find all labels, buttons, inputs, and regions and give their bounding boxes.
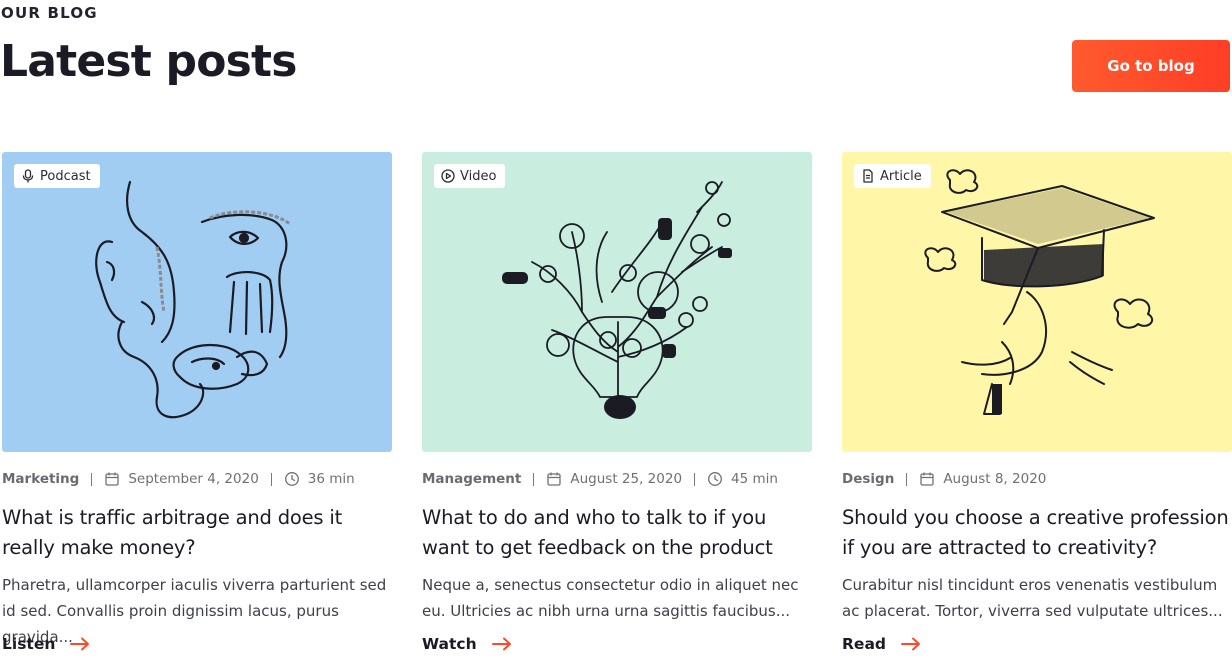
post-date: September 4, 2020 bbox=[128, 471, 259, 487]
microphone-icon bbox=[21, 169, 35, 183]
meta-divider bbox=[906, 472, 908, 486]
post-image[interactable]: Video bbox=[422, 152, 812, 452]
arrow-right-icon bbox=[900, 637, 922, 651]
meta-divider bbox=[270, 472, 272, 486]
latest-posts-section: OUR BLOG Latest posts Go to blog Podcast… bbox=[0, 0, 1232, 659]
section-eyebrow: OUR BLOG bbox=[1, 4, 98, 22]
post-date: August 8, 2020 bbox=[943, 471, 1047, 487]
post-type-label: Article bbox=[880, 168, 922, 184]
calendar-icon bbox=[104, 471, 120, 487]
action-label: Read bbox=[842, 635, 887, 653]
post-meta: Design August 8, 2020 bbox=[842, 470, 1232, 488]
page-title: Latest posts bbox=[0, 36, 297, 87]
calendar-icon bbox=[919, 471, 935, 487]
post-type-label: Video bbox=[460, 168, 497, 184]
post-image[interactable]: Article bbox=[842, 152, 1232, 452]
meta-divider bbox=[694, 472, 696, 486]
post-category[interactable]: Management bbox=[422, 471, 521, 487]
watch-link[interactable]: Watch bbox=[422, 635, 513, 653]
meta-divider bbox=[533, 472, 535, 486]
post-title[interactable]: What to do and who to talk to if you wan… bbox=[422, 503, 812, 563]
meta-divider bbox=[91, 472, 93, 486]
post-card-article: Article Design August 8, 2020 Should you… bbox=[842, 152, 1232, 653]
post-date: August 25, 2020 bbox=[570, 471, 683, 487]
post-type-badge: Video bbox=[434, 164, 506, 188]
post-excerpt: Neque a, senectus consectetur odio in al… bbox=[422, 576, 799, 620]
read-link[interactable]: Read bbox=[842, 635, 922, 653]
post-type-label: Podcast bbox=[40, 168, 91, 184]
post-excerpt: Curabitur nisl tincidunt eros venenatis … bbox=[842, 576, 1223, 620]
arrow-right-icon bbox=[491, 637, 513, 651]
post-duration: 45 min bbox=[731, 471, 778, 487]
post-title[interactable]: Should you choose a creative profession … bbox=[842, 503, 1232, 563]
arrow-right-icon bbox=[69, 637, 91, 651]
post-duration: 36 min bbox=[307, 471, 355, 487]
post-meta: Management August 25, 2020 45 min bbox=[422, 470, 812, 488]
post-title[interactable]: What is traffic arbitrage and does it re… bbox=[2, 503, 392, 563]
document-icon bbox=[861, 169, 875, 183]
lightbulb-tree-illustration bbox=[502, 181, 732, 419]
post-image[interactable]: Podcast bbox=[2, 152, 392, 452]
post-category[interactable]: Design bbox=[842, 471, 894, 487]
graduation-cap-illustration bbox=[924, 169, 1155, 415]
listen-link[interactable]: Listen bbox=[2, 635, 91, 653]
clock-icon bbox=[707, 471, 723, 487]
post-category[interactable]: Marketing bbox=[2, 471, 79, 487]
action-label: Listen bbox=[2, 635, 56, 653]
post-card-video: Video Management August 25, 2020 45 min bbox=[422, 152, 812, 653]
post-card-podcast: Podcast Marketing September 4, 2020 36 m… bbox=[2, 152, 392, 653]
go-to-blog-button[interactable]: Go to blog bbox=[1072, 40, 1230, 92]
face-illustration bbox=[95, 180, 291, 419]
calendar-icon bbox=[546, 471, 562, 487]
post-type-badge: Article bbox=[854, 164, 931, 188]
clock-icon bbox=[284, 471, 300, 487]
play-icon bbox=[441, 169, 455, 183]
action-label: Watch bbox=[422, 635, 477, 653]
post-meta: Marketing September 4, 2020 36 min bbox=[2, 470, 392, 488]
post-type-badge: Podcast bbox=[14, 164, 100, 188]
